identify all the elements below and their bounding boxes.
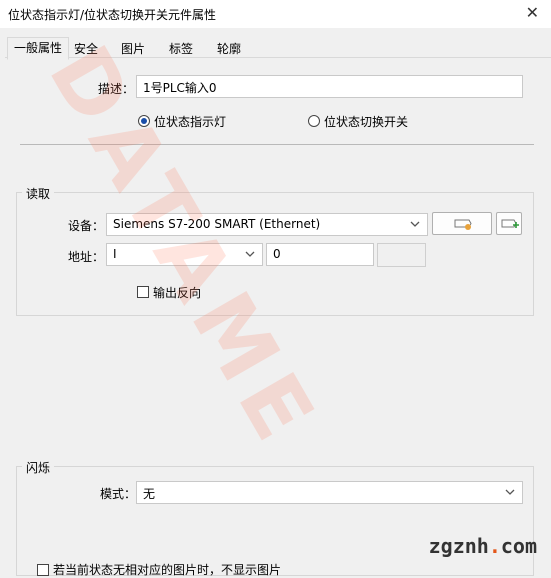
read-group-title: 读取 — [22, 185, 55, 202]
tab-general[interactable]: 一般属性 — [7, 37, 70, 60]
address-extra-field — [377, 243, 426, 267]
radio-toggle-switch[interactable] — [308, 115, 320, 127]
address-type-value: I — [113, 247, 117, 261]
chevron-down-icon — [410, 221, 420, 227]
tab-outline[interactable]: 轮廓 — [210, 39, 248, 59]
description-input[interactable]: 1号PLC输入0 — [136, 75, 523, 98]
device-settings-button[interactable] — [432, 212, 492, 235]
tag-settings-icon — [454, 219, 472, 230]
radio-toggle-switch-label: 位状态切换开关 — [324, 115, 409, 129]
mode-select[interactable]: 无 — [136, 481, 523, 504]
add-device-button[interactable] — [496, 212, 522, 235]
mode-label: 模式： — [100, 487, 137, 501]
chevron-down-icon — [505, 489, 515, 495]
tag-add-icon — [501, 219, 519, 228]
close-icon[interactable]: ✕ — [526, 3, 539, 22]
hide-picture-checkbox[interactable] — [37, 564, 49, 576]
mode-select-value: 无 — [143, 487, 156, 501]
device-label: 设备： — [68, 219, 105, 233]
invert-output-checkbox[interactable] — [137, 286, 149, 298]
blink-group-title: 闪烁 — [22, 459, 55, 476]
tab-label[interactable]: 标签 — [162, 39, 200, 59]
window-title: 位状态指示灯/位状态切换开关元件属性 — [8, 8, 217, 22]
address-label: 地址： — [68, 250, 105, 264]
address-input[interactable]: 0 — [266, 243, 374, 266]
site-logo: zgznh.com — [428, 534, 537, 558]
